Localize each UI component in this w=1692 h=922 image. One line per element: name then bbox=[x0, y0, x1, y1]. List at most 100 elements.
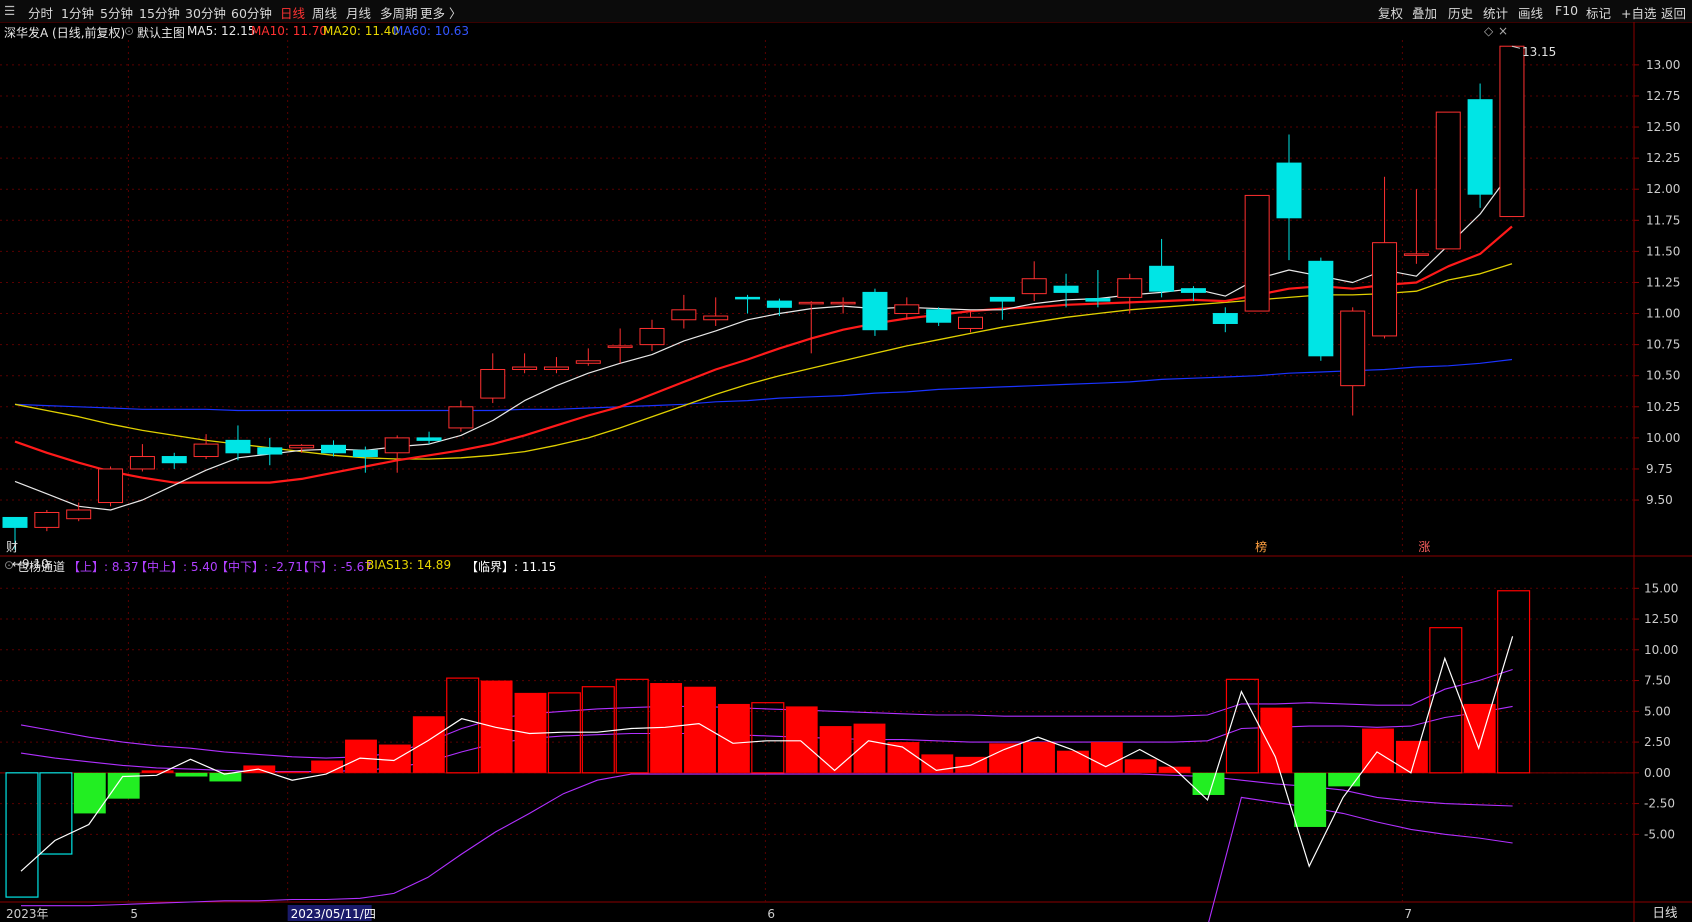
candle-body-up bbox=[1340, 310, 1366, 387]
price-tick-label: 10.00 bbox=[1646, 431, 1680, 445]
period-tab-4[interactable]: 30分钟 bbox=[185, 3, 226, 22]
candle-body-up bbox=[894, 304, 920, 315]
osc-bar-positive bbox=[819, 726, 852, 773]
candle-body-down bbox=[1149, 265, 1175, 292]
osc-bar-positive bbox=[785, 706, 818, 773]
period-tab-8[interactable]: 月线 bbox=[346, 3, 371, 22]
osc-bar-negative bbox=[175, 772, 208, 777]
osc-bar-positive bbox=[412, 716, 445, 773]
toolbar-action-2[interactable]: 历史 bbox=[1448, 3, 1473, 22]
candle-body-up bbox=[289, 444, 315, 449]
ma20-line bbox=[14, 263, 1513, 460]
toolbar-action-1[interactable]: 叠加 bbox=[1412, 3, 1437, 22]
osc-bar-positive bbox=[717, 703, 750, 773]
candle-body-down bbox=[862, 291, 888, 331]
candle-body-up bbox=[66, 509, 92, 520]
osc-bar-positive bbox=[1260, 707, 1293, 773]
osc-bar-positive-hollow bbox=[1497, 590, 1531, 774]
candle-body-up bbox=[1244, 194, 1270, 312]
limit-up-marker: 涨 bbox=[1418, 539, 1430, 554]
price-tick-label: 11.75 bbox=[1646, 213, 1680, 227]
candle-body-down bbox=[926, 309, 952, 323]
osc-bar-positive bbox=[1158, 766, 1191, 773]
candle-body-up bbox=[1372, 242, 1398, 337]
osc-bar-negative bbox=[1294, 772, 1327, 827]
period-tab-3[interactable]: 15分钟 bbox=[139, 3, 180, 22]
candle-body-up bbox=[830, 301, 856, 305]
osc-tick-label: -5.00 bbox=[1644, 827, 1675, 841]
osc-tick-label: 12.50 bbox=[1644, 612, 1678, 626]
period-tab-0[interactable]: 分时 bbox=[28, 3, 53, 22]
price-tick-label: 12.25 bbox=[1646, 151, 1680, 165]
toolbar-action-7[interactable]: +自选 bbox=[1621, 3, 1656, 22]
price-tick-label: 9.75 bbox=[1646, 462, 1673, 476]
period-tab-7[interactable]: 周线 bbox=[312, 3, 337, 22]
osc-bar-positive-hollow bbox=[581, 686, 615, 774]
date-label: 2023年 bbox=[6, 907, 49, 921]
candle-body-up bbox=[480, 368, 506, 399]
osc-bar-negative-hollow bbox=[39, 772, 73, 855]
osc-tick-label: 7.50 bbox=[1644, 674, 1671, 688]
candle-body-up bbox=[1117, 278, 1143, 298]
toolbar-action-6[interactable]: 标记 bbox=[1586, 3, 1611, 22]
osc-bar-positive bbox=[378, 744, 411, 773]
period-tab-2[interactable]: 5分钟 bbox=[100, 3, 133, 22]
period-tab-5[interactable]: 60分钟 bbox=[231, 3, 272, 22]
candle-body-up bbox=[607, 345, 633, 348]
osc-bar-negative bbox=[1328, 772, 1361, 787]
osc-tick-label: 0.00 bbox=[1644, 766, 1671, 780]
osc-tick-label: 5.00 bbox=[1644, 704, 1671, 718]
ranking-marker: 榜 bbox=[1255, 539, 1267, 554]
candle-body-up bbox=[1021, 278, 1047, 295]
price-tick-label: 13.00 bbox=[1646, 58, 1680, 72]
osc-bar-positive bbox=[1090, 742, 1123, 773]
osc-bar-positive bbox=[480, 680, 513, 773]
candle-body-up bbox=[384, 437, 410, 454]
period-tab-9[interactable]: 多周期 bbox=[380, 3, 418, 22]
period-tab-1[interactable]: 1分钟 bbox=[61, 3, 94, 22]
price-tick-label: 12.50 bbox=[1646, 120, 1680, 134]
period-tab-10[interactable]: 更多 〉 bbox=[420, 3, 461, 22]
toolbar-action-0[interactable]: 复权 bbox=[1378, 3, 1403, 22]
candle-body-down bbox=[766, 300, 792, 308]
toolbar-action-8[interactable]: 返回 bbox=[1661, 3, 1686, 22]
price-tick-label: 11.25 bbox=[1646, 275, 1680, 289]
menu-icon[interactable]: ☰ bbox=[4, 3, 15, 18]
candle-body-up bbox=[98, 468, 124, 504]
candle-body-up bbox=[512, 366, 538, 370]
channel-lower-line bbox=[1208, 796, 1513, 922]
chart-canvas[interactable]: 9.50 9.75 10.00 10.25 10.50 10.75 11.00 11.25 11… bbox=[0, 22, 1692, 922]
price-tick-label: 9.50 bbox=[1646, 493, 1673, 507]
candle-body-up bbox=[1435, 111, 1461, 250]
osc-bar-negative bbox=[1192, 772, 1225, 795]
candle-body-down bbox=[352, 449, 378, 458]
candle-body-up bbox=[34, 511, 60, 528]
price-tick-label: 12.00 bbox=[1646, 182, 1680, 196]
date-label: 7 bbox=[1404, 907, 1412, 921]
toolbar-action-5[interactable]: F10 bbox=[1555, 3, 1578, 18]
candle-body-down bbox=[161, 456, 187, 464]
period-tab-6[interactable]: 日线 bbox=[280, 3, 305, 22]
candle-body-up bbox=[575, 360, 601, 364]
ma60-line bbox=[14, 358, 1513, 412]
toolbar-action-3[interactable]: 统计 bbox=[1483, 3, 1508, 22]
period-tab-daily[interactable]: 日线 bbox=[1638, 903, 1692, 922]
candle-body-up bbox=[639, 327, 665, 346]
candle-body-down bbox=[1276, 162, 1302, 219]
candle-body-down bbox=[225, 439, 251, 454]
ma5-line bbox=[14, 170, 1513, 511]
candle-body-up bbox=[543, 366, 569, 370]
toolbar-action-4[interactable]: 画线 bbox=[1518, 3, 1543, 22]
osc-bar-positive bbox=[1463, 703, 1496, 773]
candle-body-down bbox=[989, 296, 1015, 302]
candle-body-up bbox=[193, 443, 219, 458]
candle-body-down bbox=[735, 296, 761, 300]
osc-tick-label: 15.00 bbox=[1644, 581, 1678, 595]
candle-body-up bbox=[448, 406, 474, 429]
low-price-label: ←9.10 bbox=[12, 557, 49, 571]
osc-tick-label: -2.50 bbox=[1644, 797, 1675, 811]
candle-body-up bbox=[1403, 253, 1429, 256]
candle-body-down bbox=[1180, 288, 1206, 293]
osc-tick-label: 10.00 bbox=[1644, 643, 1678, 657]
price-tick-label: 10.75 bbox=[1646, 338, 1680, 352]
